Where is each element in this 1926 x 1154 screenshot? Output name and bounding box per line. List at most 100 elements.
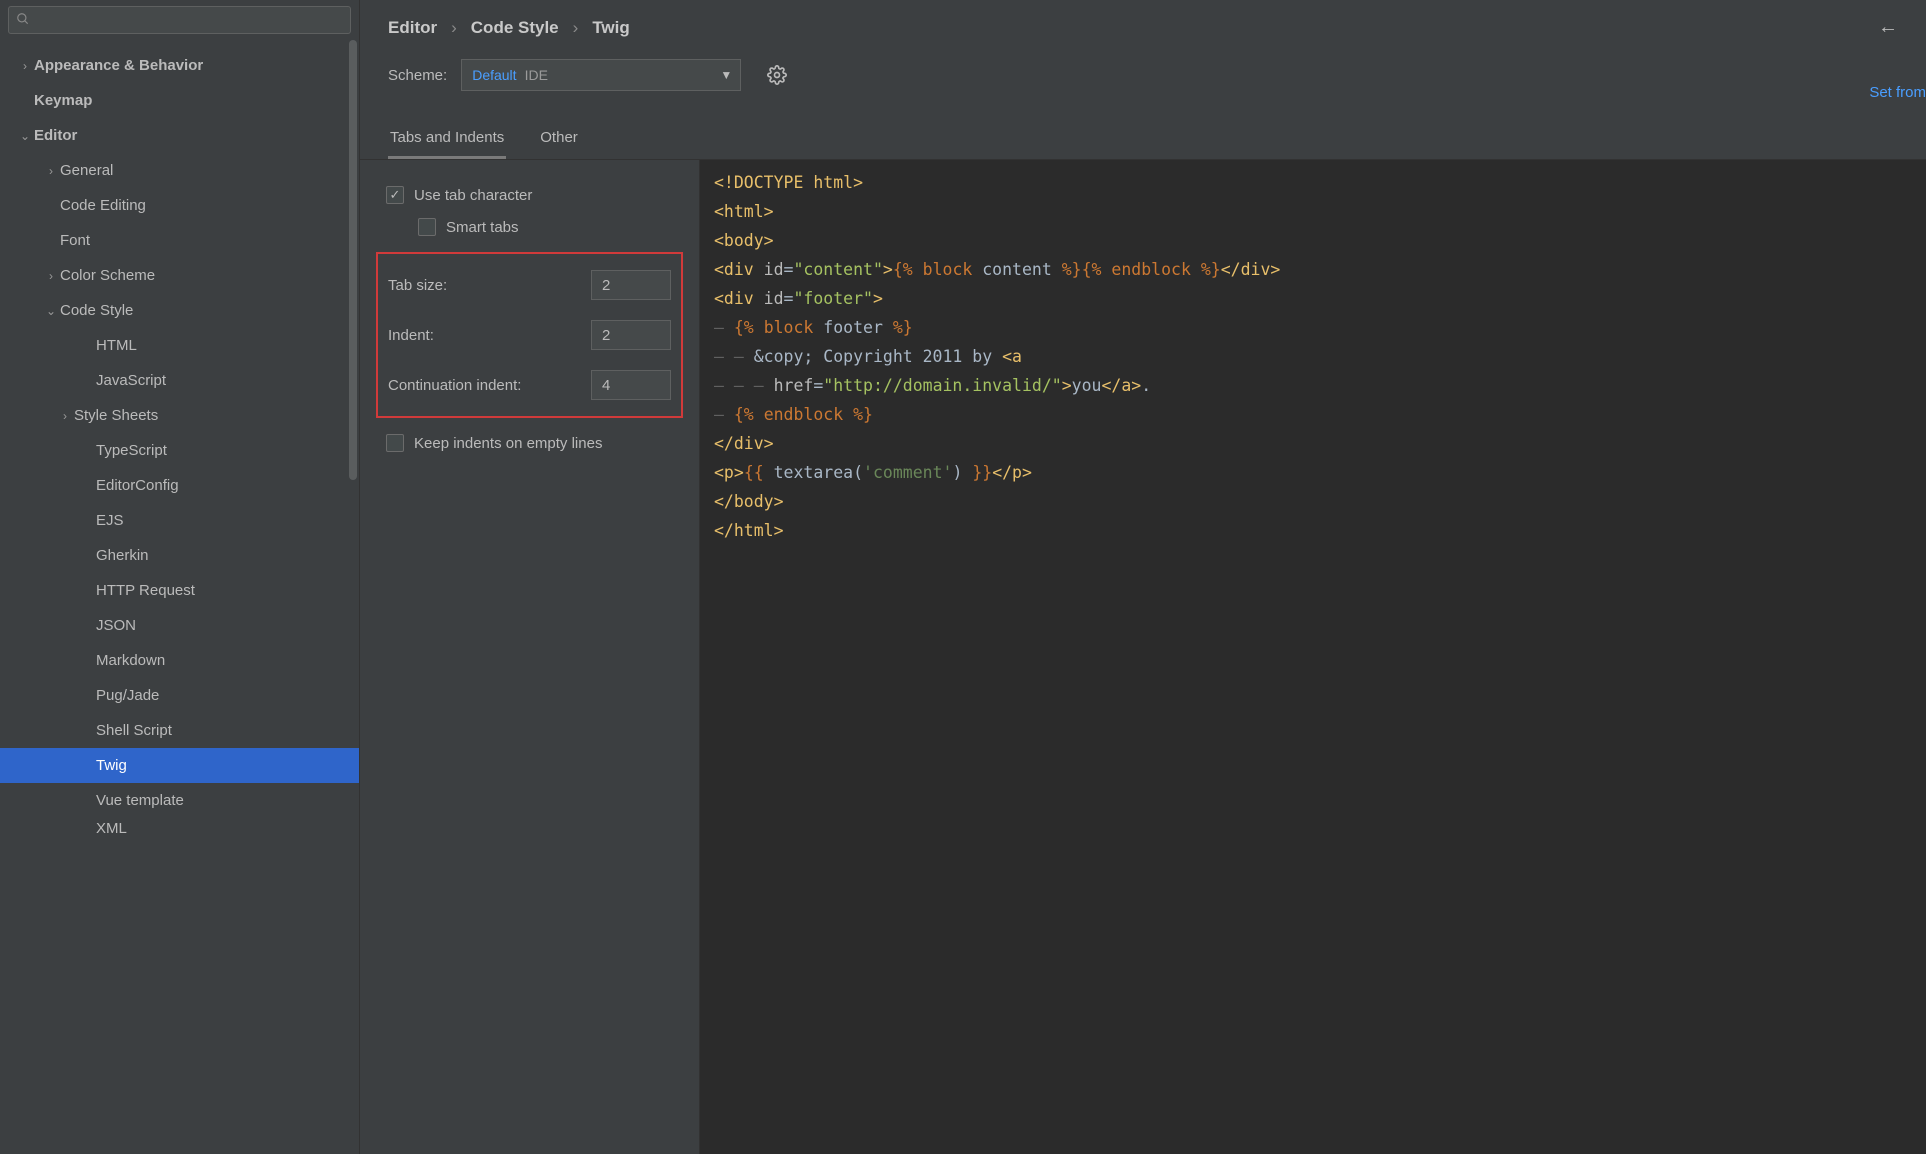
code-token: <!DOCTYPE html> [714, 173, 863, 192]
form-pane: Use tab character Smart tabs Tab size: I… [360, 160, 700, 1154]
sidebar-item-gherkin[interactable]: Gherkin [0, 538, 359, 573]
topbar: Editor › Code Style › Twig ← [360, 0, 1926, 49]
tab-tabs-and-indents[interactable]: Tabs and Indents [388, 121, 506, 159]
sidebar-item-keymap[interactable]: Keymap [0, 83, 359, 118]
tab-size-label: Tab size: [388, 277, 447, 294]
code-token: endblock [764, 405, 843, 424]
breadcrumb: Editor › Code Style › Twig [388, 18, 630, 38]
code-token: you [1072, 376, 1102, 395]
back-arrow-icon[interactable]: ← [1878, 16, 1898, 39]
sidebar-item-xml[interactable]: XML [0, 818, 359, 838]
sidebar-item-label: TypeScript [96, 442, 167, 459]
keep-empty-checkbox[interactable] [386, 434, 404, 452]
sidebar-item-editor[interactable]: ⌄Editor [0, 118, 359, 153]
chevron-icon: › [42, 164, 60, 178]
sidebar-item-label: EJS [96, 512, 124, 529]
continuation-label: Continuation indent: [388, 377, 521, 394]
use-tab-row: Use tab character [376, 180, 683, 212]
sidebar-item-editorconfig[interactable]: EditorConfig [0, 468, 359, 503]
chevron-icon: › [56, 409, 74, 423]
sidebar-item-label: Vue template [96, 792, 184, 809]
code-token: id [764, 260, 784, 279]
sidebar-item-json[interactable]: JSON [0, 608, 359, 643]
sidebar-item-font[interactable]: Font [0, 223, 359, 258]
code-token: <div [714, 260, 764, 279]
continuation-input[interactable] [591, 370, 671, 400]
sidebar-item-label: JSON [96, 617, 136, 634]
code-token: 'comment' [863, 463, 952, 482]
code-token: {% [734, 405, 764, 424]
chevron-icon: › [42, 269, 60, 283]
sidebar-item-label: XML [96, 820, 127, 837]
chevron-right-icon: › [573, 18, 579, 38]
sidebar-item-pug-jade[interactable]: Pug/Jade [0, 678, 359, 713]
chevron-right-icon: › [451, 18, 457, 38]
sidebar-item-ejs[interactable]: EJS [0, 503, 359, 538]
indent-input[interactable] [591, 320, 671, 350]
sidebar-item-code-editing[interactable]: Code Editing [0, 188, 359, 223]
sidebar-item-markdown[interactable]: Markdown [0, 643, 359, 678]
code-token: {{ [744, 463, 774, 482]
code-token: %} [893, 318, 913, 337]
crumb-code-style[interactable]: Code Style [471, 18, 559, 38]
sidebar-item-label: Markdown [96, 652, 165, 669]
sidebar-item-label: Gherkin [96, 547, 149, 564]
highlight-box: Tab size: Indent: Continuation indent: [376, 252, 683, 418]
sidebar-item-code-style[interactable]: ⌄Code Style [0, 293, 359, 328]
crumb-editor[interactable]: Editor [388, 18, 437, 38]
sidebar-item-style-sheets[interactable]: ›Style Sheets [0, 398, 359, 433]
sidebar-item-html[interactable]: HTML [0, 328, 359, 363]
sidebar-item-general[interactable]: ›General [0, 153, 359, 188]
chevron-icon: ⌄ [42, 304, 60, 318]
sidebar-item-typescript[interactable]: TypeScript [0, 433, 359, 468]
sidebar-item-http-request[interactable]: HTTP Request [0, 573, 359, 608]
sidebar-item-twig[interactable]: Twig [0, 748, 359, 783]
code-token: </div> [714, 434, 774, 453]
tab-size-input[interactable] [591, 270, 671, 300]
code-token: endblock [1111, 260, 1190, 279]
search-wrap [0, 0, 359, 42]
search-input[interactable] [8, 6, 351, 34]
scheme-select[interactable]: Default IDE ▼ [461, 59, 741, 91]
code-token: <div [714, 289, 764, 308]
sidebar-item-label: Pug/Jade [96, 687, 159, 704]
scheme-scope: IDE [525, 67, 548, 83]
set-from-link[interactable]: Set from [1869, 84, 1926, 101]
code-token: <a [1002, 347, 1022, 366]
tab-size-row: Tab size: [382, 260, 677, 310]
settings-tree: ›Appearance & BehaviorKeymap⌄Editor›Gene… [0, 42, 359, 1154]
smart-tabs-row: Smart tabs [376, 212, 683, 244]
sidebar-item-shell-script[interactable]: Shell Script [0, 713, 359, 748]
tab-other[interactable]: Other [538, 121, 580, 159]
settings-sidebar: ›Appearance & BehaviorKeymap⌄Editor›Gene… [0, 0, 360, 1154]
smart-tabs-label: Smart tabs [446, 219, 519, 236]
gear-icon[interactable] [767, 65, 787, 85]
sidebar-item-label: Color Scheme [60, 267, 155, 284]
sidebar-item-label: Font [60, 232, 90, 249]
use-tab-label: Use tab character [414, 187, 532, 204]
sidebar-scrollbar[interactable] [349, 40, 357, 480]
sidebar-item-label: Shell Script [96, 722, 172, 739]
sidebar-item-vue-template[interactable]: Vue template [0, 783, 359, 818]
code-token: "footer" [793, 289, 872, 308]
sidebar-item-label: General [60, 162, 113, 179]
use-tab-checkbox[interactable] [386, 186, 404, 204]
code-preview: <!DOCTYPE html> <html> <body> <div id="c… [700, 160, 1926, 1154]
sidebar-item-label: HTTP Request [96, 582, 195, 599]
indent-guide-icon: — [714, 318, 734, 337]
sidebar-item-label: JavaScript [96, 372, 166, 389]
indent-row: Indent: [382, 310, 677, 360]
code-token: </a> [1101, 376, 1141, 395]
code-token: <p> [714, 463, 744, 482]
smart-tabs-checkbox[interactable] [418, 218, 436, 236]
code-token: > [1062, 376, 1072, 395]
code-token: %} [1062, 260, 1082, 279]
sidebar-item-javascript[interactable]: JavaScript [0, 363, 359, 398]
sidebar-item-color-scheme[interactable]: ›Color Scheme [0, 258, 359, 293]
code-token: "http://domain.invalid/" [823, 376, 1061, 395]
code-token: {% [893, 260, 923, 279]
indent-guide-icon: — — [714, 347, 754, 366]
sidebar-item-appearance-behavior[interactable]: ›Appearance & Behavior [0, 48, 359, 83]
continuation-row: Continuation indent: [382, 360, 677, 410]
sidebar-item-label: Code Style [60, 302, 133, 319]
